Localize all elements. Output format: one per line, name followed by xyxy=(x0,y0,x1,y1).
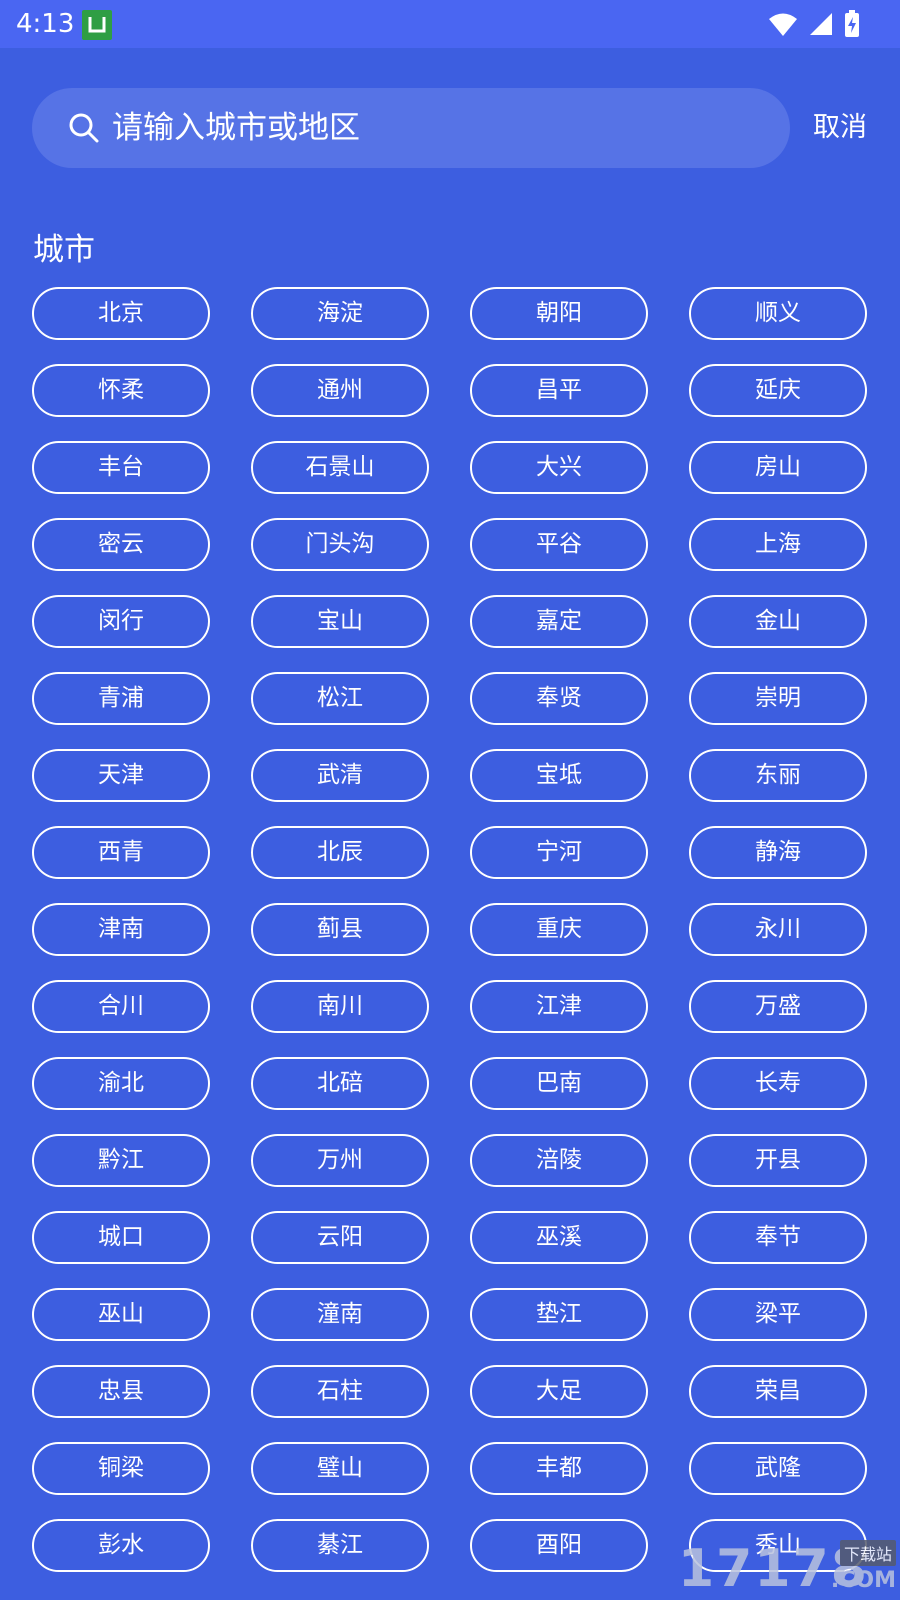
city-chip[interactable]: 丰台 xyxy=(32,441,210,494)
city-chip[interactable]: 江津 xyxy=(470,980,648,1033)
search-input[interactable] xyxy=(112,104,752,152)
city-chip[interactable]: 石景山 xyxy=(251,441,429,494)
city-chip[interactable]: 海淀 xyxy=(251,287,429,340)
city-chip[interactable]: 南川 xyxy=(251,980,429,1033)
city-chip[interactable]: 宝坻 xyxy=(470,749,648,802)
city-chip[interactable]: 门头沟 xyxy=(251,518,429,571)
wifi-icon xyxy=(768,11,798,37)
status-icons xyxy=(768,8,860,40)
city-chip[interactable]: 忠县 xyxy=(32,1365,210,1418)
city-chip[interactable]: 宝山 xyxy=(251,595,429,648)
city-chip[interactable]: 平谷 xyxy=(470,518,648,571)
city-chip[interactable]: 金山 xyxy=(689,595,867,648)
city-chip[interactable]: 北京 xyxy=(32,287,210,340)
city-chip[interactable]: 长寿 xyxy=(689,1057,867,1110)
city-chip[interactable]: 武清 xyxy=(251,749,429,802)
city-chip[interactable]: 巴南 xyxy=(470,1057,648,1110)
city-chip[interactable]: 嘉定 xyxy=(470,595,648,648)
city-chip[interactable]: 大足 xyxy=(470,1365,648,1418)
city-chip[interactable]: 东丽 xyxy=(689,749,867,802)
city-chip[interactable]: 巫山 xyxy=(32,1288,210,1341)
city-chip[interactable]: 云阳 xyxy=(251,1211,429,1264)
status-bar: 4:13 xyxy=(0,0,900,48)
city-chip[interactable]: 合川 xyxy=(32,980,210,1033)
city-chip[interactable]: 崇明 xyxy=(689,672,867,725)
city-chip[interactable]: 昌平 xyxy=(470,364,648,417)
city-chip[interactable]: 永川 xyxy=(689,903,867,956)
city-chip[interactable]: 黔江 xyxy=(32,1134,210,1187)
city-grid: 北京 海淀 朝阳 顺义怀柔 通州 昌平 延庆丰台 石景山 大兴 房山密云 门头沟 平谷 上海闵行 宝山 嘉定… xyxy=(32,287,868,1572)
app-notification-icon xyxy=(82,10,112,40)
status-time: 4:13 xyxy=(16,9,75,39)
city-chip[interactable]: 武隆 xyxy=(689,1442,867,1495)
city-chip[interactable]: 城口 xyxy=(32,1211,210,1264)
city-chip[interactable]: 丰都 xyxy=(470,1442,648,1495)
signal-icon xyxy=(808,11,834,37)
city-chip[interactable]: 西青 xyxy=(32,826,210,879)
city-chip[interactable]: 房山 xyxy=(689,441,867,494)
watermark-logo: 17178 下载站 .COM xyxy=(678,1538,900,1600)
city-chip[interactable]: 璧山 xyxy=(251,1442,429,1495)
search-bar[interactable] xyxy=(32,88,790,168)
city-chip[interactable]: 怀柔 xyxy=(32,364,210,417)
city-chip[interactable]: 松江 xyxy=(251,672,429,725)
city-chip[interactable]: 延庆 xyxy=(689,364,867,417)
city-chip[interactable]: 垫江 xyxy=(470,1288,648,1341)
watermark-sub: 下载站 xyxy=(839,1540,896,1566)
city-chip[interactable]: 荣昌 xyxy=(689,1365,867,1418)
search-icon xyxy=(68,112,100,144)
city-chip[interactable]: 朝阳 xyxy=(470,287,648,340)
city-chip[interactable]: 津南 xyxy=(32,903,210,956)
city-chip[interactable]: 綦江 xyxy=(251,1519,429,1572)
city-chip[interactable]: 宁河 xyxy=(470,826,648,879)
city-chip[interactable]: 北辰 xyxy=(251,826,429,879)
city-chip[interactable]: 大兴 xyxy=(470,441,648,494)
city-chip[interactable]: 奉节 xyxy=(689,1211,867,1264)
city-chip[interactable]: 重庆 xyxy=(470,903,648,956)
city-chip[interactable]: 万盛 xyxy=(689,980,867,1033)
city-chip[interactable]: 石柱 xyxy=(251,1365,429,1418)
city-chip[interactable]: 奉贤 xyxy=(470,672,648,725)
city-chip[interactable]: 万州 xyxy=(251,1134,429,1187)
city-chip[interactable]: 梁平 xyxy=(689,1288,867,1341)
city-chip[interactable]: 上海 xyxy=(689,518,867,571)
city-chip[interactable]: 酉阳 xyxy=(470,1519,648,1572)
cancel-button[interactable]: 取消 xyxy=(805,106,875,150)
city-chip[interactable]: 密云 xyxy=(32,518,210,571)
city-chip[interactable]: 巫溪 xyxy=(470,1211,648,1264)
city-chip[interactable]: 静海 xyxy=(689,826,867,879)
battery-icon xyxy=(844,10,860,38)
city-chip[interactable]: 潼南 xyxy=(251,1288,429,1341)
city-chip[interactable]: 彭水 xyxy=(32,1519,210,1572)
city-chip[interactable]: 铜梁 xyxy=(32,1442,210,1495)
watermark-com: .COM xyxy=(830,1568,896,1593)
city-chip[interactable]: 顺义 xyxy=(689,287,867,340)
city-chip[interactable]: 渝北 xyxy=(32,1057,210,1110)
city-chip[interactable]: 青浦 xyxy=(32,672,210,725)
section-title-city: 城市 xyxy=(33,232,95,268)
city-chip[interactable]: 天津 xyxy=(32,749,210,802)
city-chip[interactable]: 闵行 xyxy=(32,595,210,648)
city-chip[interactable]: 开县 xyxy=(689,1134,867,1187)
city-chip[interactable]: 蓟县 xyxy=(251,903,429,956)
city-chip[interactable]: 通州 xyxy=(251,364,429,417)
city-chip[interactable]: 涪陵 xyxy=(470,1134,648,1187)
city-chip[interactable]: 北碚 xyxy=(251,1057,429,1110)
